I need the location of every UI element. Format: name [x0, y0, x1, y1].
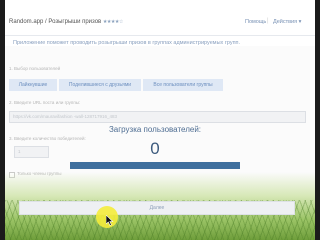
app-title-text: Random.app / Розыгрыши призов — [9, 19, 102, 25]
loading-progress-bar — [70, 162, 240, 169]
step2-label: 2. Введите URL поста или группы: — [9, 100, 81, 105]
segment-shared[interactable]: Поделившиеся с друзьями — [59, 79, 141, 91]
app-header: Random.app / Розыгрыши призов ★★★★☆ Помо… — [5, 0, 315, 46]
segment-liked[interactable]: Лайкнувшие — [9, 79, 57, 91]
actions-menu[interactable]: Действия ▾ — [273, 19, 301, 25]
header-separator: | — [267, 18, 269, 24]
step1-label: 1. Выбор пользователей — [9, 66, 61, 71]
loading-dialog: Загрузка пользователей: 0 — [70, 125, 240, 175]
next-button[interactable]: Далее — [19, 201, 295, 215]
help-link[interactable]: Помощь — [245, 19, 266, 25]
loading-title: Загрузка пользователей: — [108, 125, 202, 134]
frame-left — [0, 0, 5, 240]
app-title: Random.app / Розыгрыши призов ★★★★☆ — [9, 19, 123, 25]
intro-text: Приложение поможет проводить розыгрыши п… — [13, 40, 241, 46]
header-divider — [5, 35, 315, 36]
url-input[interactable]: https://vk.com/mauravifashion -wall-1287… — [9, 111, 306, 123]
segment-all-members[interactable]: Все пользователи группы — [143, 79, 223, 91]
rating-stars-icon: ★★★★☆ — [102, 19, 123, 25]
frame-right — [315, 0, 320, 240]
loading-count: 0 — [150, 139, 160, 158]
mouse-cursor-icon — [106, 215, 114, 226]
winners-count-input[interactable]: 1 — [14, 146, 49, 158]
